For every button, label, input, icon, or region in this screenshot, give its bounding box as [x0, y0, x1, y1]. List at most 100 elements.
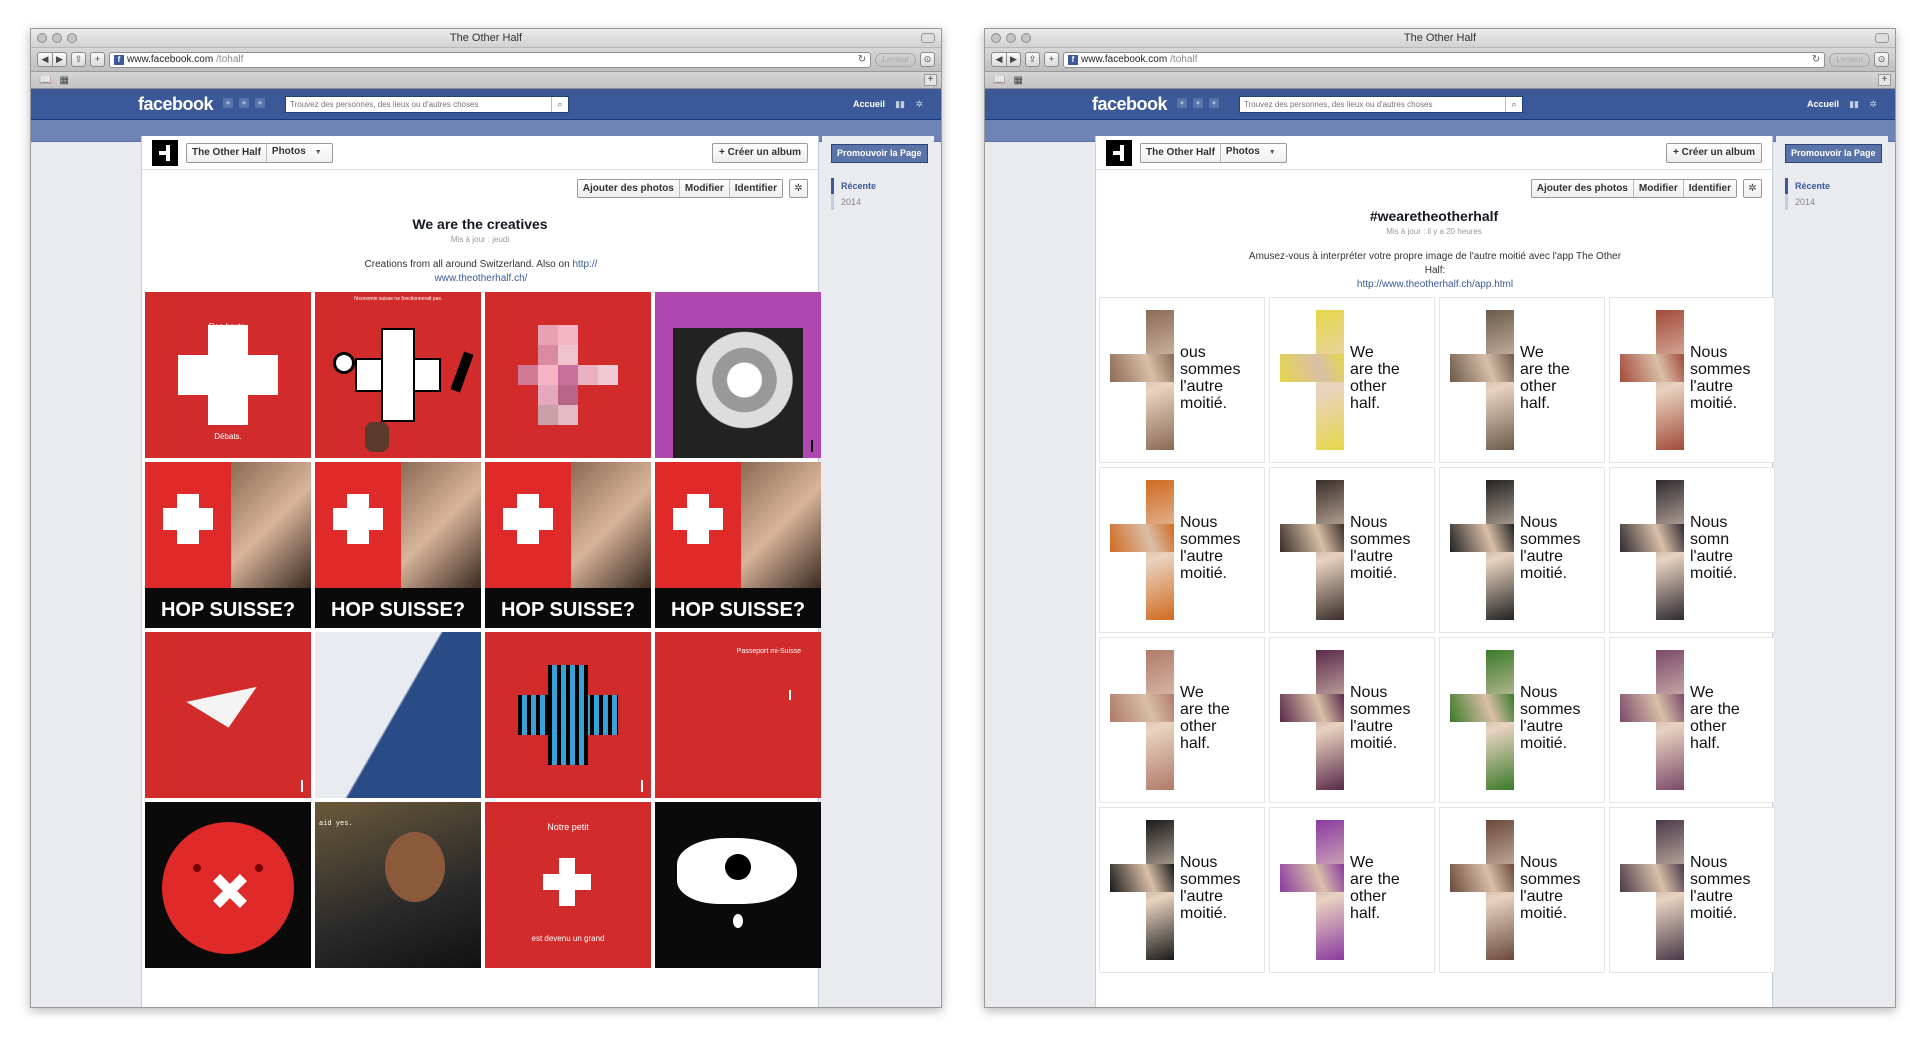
- search-icon[interactable]: ⌕: [551, 97, 568, 112]
- home-link[interactable]: Accueil: [1807, 99, 1839, 109]
- photo-tile[interactable]: Nous sommes l'autre moitié.: [1609, 297, 1775, 463]
- photo-tile[interactable]: Des hauts,Débats.: [145, 292, 311, 458]
- photo-tile[interactable]: Nous sommes l'autre moitié.: [1099, 807, 1265, 973]
- photo-tile[interactable]: ous sommes l'autre moitié.: [1099, 297, 1265, 463]
- photo-tile[interactable]: We are the other half.: [1269, 297, 1435, 463]
- photo-tile[interactable]: HOP SUISSE?: [145, 462, 311, 628]
- photo-tile[interactable]: We are the other half.: [1269, 807, 1435, 973]
- photo-tile[interactable]: HOP SUISSE?: [315, 462, 481, 628]
- reload-icon[interactable]: ↻: [1812, 54, 1820, 65]
- breadcrumb-page-name[interactable]: The Other Half: [187, 144, 266, 162]
- new-tab-icon[interactable]: +: [1878, 74, 1891, 86]
- friends-icon[interactable]: ▮▮: [1849, 99, 1859, 110]
- reading-list-icon[interactable]: 📖: [993, 75, 1005, 86]
- settings-gear-icon[interactable]: ✲: [1869, 99, 1877, 110]
- add-photos-button[interactable]: Ajouter des photos: [1532, 180, 1633, 197]
- photo-tile[interactable]: Passeport mi-Suisse: [655, 632, 821, 798]
- zoom-button[interactable]: [67, 33, 77, 43]
- photo-tile[interactable]: HOP SUISSE?: [655, 462, 821, 628]
- tag-button[interactable]: Identifier: [1682, 180, 1736, 197]
- breadcrumb-section[interactable]: Photos ▼: [1219, 143, 1286, 162]
- options-gear-icon[interactable]: ✲: [789, 179, 808, 198]
- photo-tile[interactable]: [485, 632, 651, 798]
- forward-icon[interactable]: ▶: [52, 52, 67, 67]
- zoom-button[interactable]: [1021, 33, 1031, 43]
- settings-gear-icon[interactable]: ✲: [915, 99, 923, 110]
- photo-tile[interactable]: We are the other half.: [1439, 297, 1605, 463]
- tag-button[interactable]: Identifier: [728, 180, 782, 197]
- page-avatar[interactable]: [1106, 139, 1132, 166]
- downloads-icon[interactable]: ⊙: [920, 52, 935, 67]
- album-link[interactable]: http://: [572, 259, 597, 270]
- close-button[interactable]: [991, 33, 1001, 43]
- toolbar-toggle-button[interactable]: [1875, 33, 1889, 43]
- share-icon[interactable]: ⇪: [1025, 52, 1040, 67]
- photo-tile[interactable]: Nous sommes l'autre moitié.: [1099, 467, 1265, 633]
- options-gear-icon[interactable]: ✲: [1743, 179, 1762, 198]
- messages-icon[interactable]: ●: [239, 98, 249, 108]
- top-sites-icon[interactable]: ▦: [59, 75, 68, 86]
- add-photos-button[interactable]: Ajouter des photos: [578, 180, 679, 197]
- add-bookmark-icon[interactable]: +: [90, 52, 105, 67]
- facebook-logo[interactable]: facebook: [1092, 94, 1168, 115]
- photo-tile[interactable]: [145, 802, 311, 968]
- breadcrumb-section[interactable]: Photos ▼: [265, 143, 332, 162]
- back-icon[interactable]: ◀: [991, 52, 1006, 67]
- photo-tile[interactable]: Nous sommes l'autre moitié.: [1609, 807, 1775, 973]
- share-icon[interactable]: ⇪: [71, 52, 86, 67]
- new-tab-icon[interactable]: +: [924, 74, 937, 86]
- photo-tile[interactable]: aid yes.: [315, 802, 481, 968]
- search-input[interactable]: [290, 100, 551, 109]
- address-bar[interactable]: f www.facebook.com/tohalf ↻: [109, 51, 872, 68]
- photo-tile[interactable]: [145, 632, 311, 798]
- top-sites-icon[interactable]: ▦: [1013, 75, 1022, 86]
- photo-tile[interactable]: HOP SUISSE?: [485, 462, 651, 628]
- toolbar-toggle-button[interactable]: [921, 33, 935, 43]
- create-album-button[interactable]: + Créer un album: [1666, 143, 1762, 163]
- photo-tile[interactable]: Nous somn l'autre moitié.: [1609, 467, 1775, 633]
- edit-button[interactable]: Modifier: [678, 180, 729, 197]
- search-input[interactable]: [1244, 100, 1505, 109]
- create-album-button[interactable]: + Créer un album: [712, 143, 808, 163]
- friends-icon[interactable]: ▮▮: [895, 99, 905, 110]
- reader-button[interactable]: Lecteur: [1829, 52, 1870, 67]
- promote-page-button[interactable]: Promouvoir la Page: [831, 144, 928, 163]
- photo-tile[interactable]: Notre petit est devenu un grand: [485, 802, 651, 968]
- photo-tile[interactable]: l'économie suisse ne fonctionnerait pas.: [315, 292, 481, 458]
- home-link[interactable]: Accueil: [853, 99, 885, 109]
- edit-button[interactable]: Modifier: [1632, 180, 1683, 197]
- address-bar[interactable]: f www.facebook.com/tohalf ↻: [1063, 51, 1826, 68]
- friend-requests-icon[interactable]: ●: [1177, 98, 1187, 108]
- photo-tile[interactable]: [315, 632, 481, 798]
- year-2014[interactable]: 2014: [1785, 194, 1837, 210]
- messages-icon[interactable]: ●: [1193, 98, 1203, 108]
- photo-tile[interactable]: [485, 292, 651, 458]
- album-link-continued[interactable]: www.theotherhalf.ch/: [435, 273, 528, 284]
- minimize-button[interactable]: [52, 33, 62, 43]
- year-2014[interactable]: 2014: [831, 194, 883, 210]
- year-recent[interactable]: Récente: [1788, 178, 1837, 194]
- friend-requests-icon[interactable]: ●: [223, 98, 233, 108]
- reading-list-icon[interactable]: 📖: [39, 75, 51, 86]
- facebook-logo[interactable]: facebook: [138, 94, 214, 115]
- photo-tile[interactable]: [655, 292, 821, 458]
- photo-tile[interactable]: Nous sommes l'autre moitié.: [1269, 637, 1435, 803]
- notifications-icon[interactable]: ●: [255, 98, 265, 108]
- close-button[interactable]: [37, 33, 47, 43]
- year-recent[interactable]: Récente: [834, 178, 883, 194]
- notifications-icon[interactable]: ●: [1209, 98, 1219, 108]
- search-icon[interactable]: ⌕: [1505, 97, 1522, 112]
- photo-tile[interactable]: Nous sommes l'autre moitié.: [1269, 467, 1435, 633]
- photo-tile[interactable]: We are the other half.: [1099, 637, 1265, 803]
- page-avatar[interactable]: [152, 139, 178, 166]
- photo-tile[interactable]: Nous sommes l'autre moitié.: [1439, 637, 1605, 803]
- promote-page-button[interactable]: Promouvoir la Page: [1785, 144, 1882, 163]
- add-bookmark-icon[interactable]: +: [1044, 52, 1059, 67]
- photo-tile[interactable]: We are the other half.: [1609, 637, 1775, 803]
- forward-icon[interactable]: ▶: [1006, 52, 1021, 67]
- minimize-button[interactable]: [1006, 33, 1016, 43]
- photo-tile[interactable]: Nous sommes l'autre moitié.: [1439, 467, 1605, 633]
- album-link[interactable]: http://www.theotherhalf.ch/app.html: [1357, 279, 1513, 290]
- reload-icon[interactable]: ↻: [858, 54, 866, 65]
- photo-tile[interactable]: [655, 802, 821, 968]
